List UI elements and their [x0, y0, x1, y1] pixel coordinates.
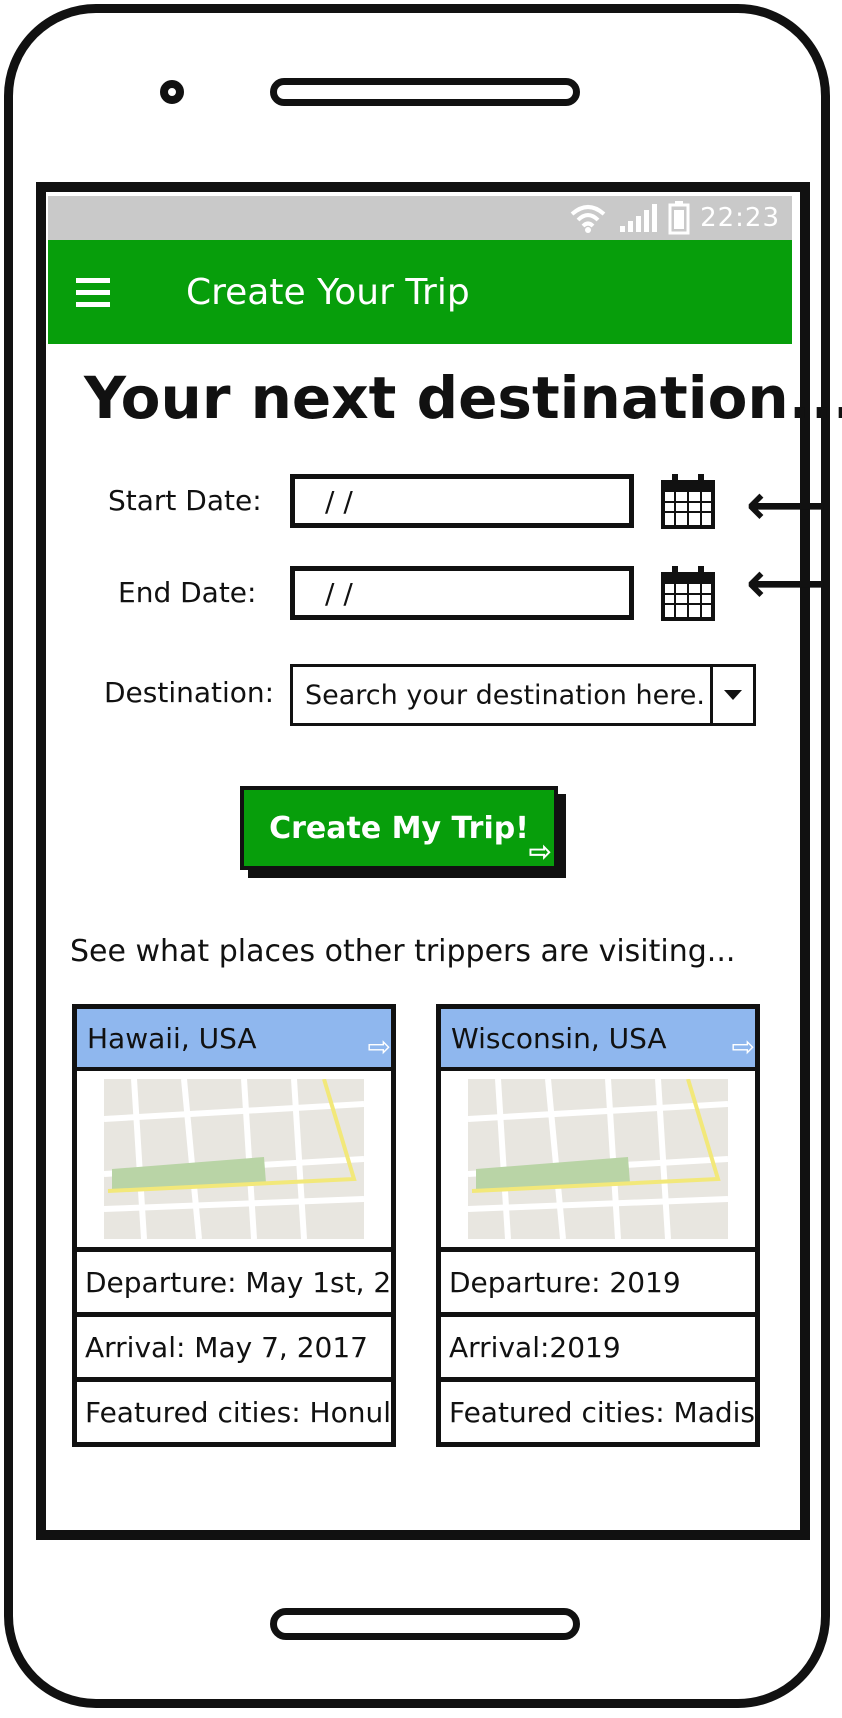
trip-card-title: Wisconsin, USA [451, 1021, 667, 1055]
trip-card-cities: Featured cities: Madis [449, 1395, 755, 1429]
section-title: See what places other trippers are visit… [70, 934, 736, 969]
trip-card: Hawaii, USA ⇨ Departure: May 1st, 2 Arri… [72, 1004, 396, 1447]
battery-icon [668, 201, 690, 235]
trip-card-header[interactable]: Hawaii, USA ⇨ [77, 1009, 391, 1071]
arrow-right-icon: ⇨ [367, 1030, 391, 1063]
page-heading: Your next destination... [84, 364, 842, 432]
annotation-arrow-start: ⟵ [746, 473, 827, 538]
hamburger-menu-icon[interactable] [76, 277, 134, 307]
arrow-right-icon: ⇨ [731, 1030, 755, 1063]
trip-card-departure: Departure: 2019 [441, 1252, 755, 1317]
trip-card-title: Hawaii, USA [87, 1021, 257, 1055]
destination-label: Destination: [104, 676, 275, 709]
wifi-icon [570, 205, 606, 233]
trip-card-departure: Departure: May 1st, 2 [77, 1252, 391, 1317]
start-date-value: / / [325, 484, 353, 518]
create-trip-button-label: Create My Trip! [269, 810, 529, 846]
camera-icon [160, 80, 184, 104]
trip-card-arrival: Arrival:2019 [441, 1317, 755, 1382]
home-button[interactable] [270, 1608, 580, 1640]
map-thumbnail [77, 1071, 391, 1252]
create-trip-button[interactable]: Create My Trip! ⇨ [240, 786, 558, 870]
destination-input[interactable]: Search your destination here. [293, 667, 710, 723]
end-date-value: / / [325, 576, 353, 610]
destination-combobox[interactable]: Search your destination here. [290, 664, 756, 726]
chevron-down-icon[interactable] [710, 667, 753, 723]
start-date-input[interactable]: / / [290, 474, 634, 528]
end-date-label: End Date: [118, 576, 257, 609]
trip-card-arrival: Arrival: May 7, 2017 [77, 1317, 391, 1382]
speaker-grille [270, 78, 580, 106]
map-icon [104, 1079, 364, 1239]
end-date-calendar-icon[interactable] [660, 564, 716, 622]
status-bar: 22:23 [48, 196, 792, 240]
arrow-right-icon: ⇨ [528, 835, 552, 868]
map-thumbnail [441, 1071, 755, 1252]
signal-icon [620, 204, 658, 232]
start-date-label: Start Date: [108, 484, 262, 517]
clock: 22:23 [700, 203, 780, 233]
trip-card: Wisconsin, USA ⇨ Departure: 2019 Arrival… [436, 1004, 760, 1447]
map-icon [468, 1079, 728, 1239]
end-date-input[interactable]: / / [290, 566, 634, 620]
trip-card-header[interactable]: Wisconsin, USA ⇨ [441, 1009, 755, 1071]
annotation-arrow-end: ⟵ [746, 551, 827, 616]
trip-card-cities: Featured cities: Honul [85, 1395, 391, 1429]
start-date-calendar-icon[interactable] [660, 472, 716, 530]
app-bar: Create Your Trip [48, 240, 792, 344]
app-bar-title: Create Your Trip [186, 271, 470, 313]
